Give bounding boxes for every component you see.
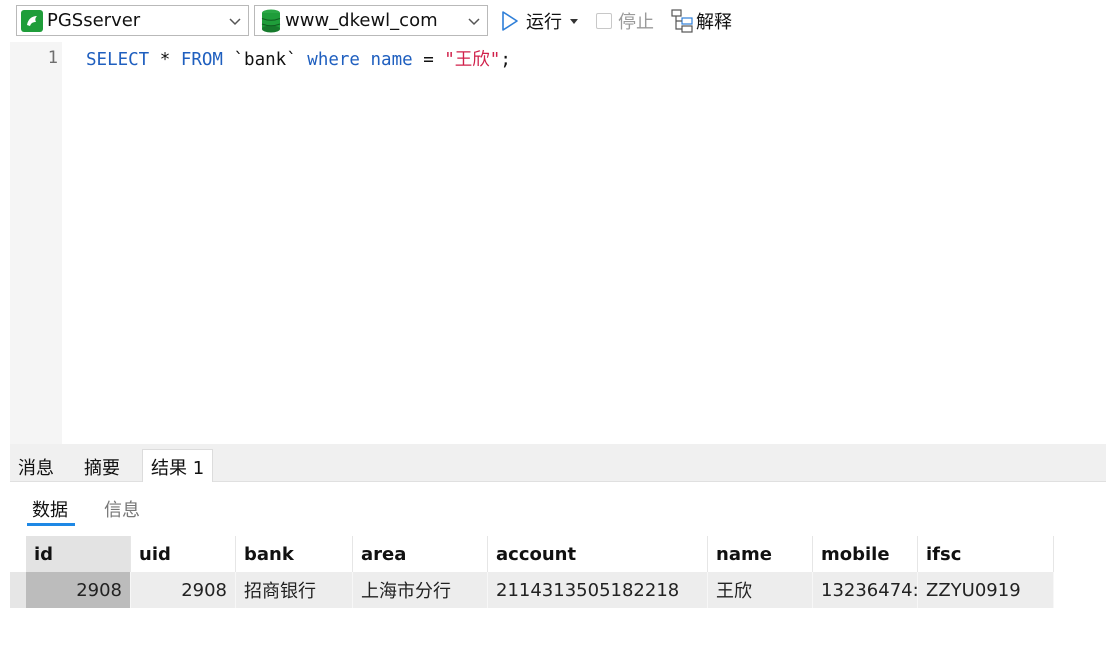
- tab-messages[interactable]: 消息: [10, 452, 62, 482]
- connection-select-value: PGSserver: [47, 10, 141, 31]
- server-dolphin-icon: [21, 9, 43, 32]
- keyword-where: where: [307, 50, 360, 70]
- column-header-mobile[interactable]: mobile: [813, 536, 918, 572]
- code-column-name: name: [359, 50, 413, 70]
- tab-result-1[interactable]: 结果 1: [142, 449, 214, 482]
- table-cell-ifsc[interactable]: ZZYU0919: [918, 572, 1054, 608]
- run-button[interactable]: 运行: [500, 6, 578, 36]
- result-tabs: 消息 摘要 结果 1: [10, 444, 1106, 482]
- connection-select[interactable]: PGSserver: [16, 5, 249, 36]
- keyword-select: SELECT: [86, 50, 150, 70]
- column-header-bank[interactable]: bank: [236, 536, 353, 572]
- database-cylinder-icon: [261, 9, 281, 32]
- column-header-ifsc[interactable]: ifsc: [918, 536, 1054, 572]
- column-header-area[interactable]: area: [353, 536, 488, 572]
- code-star: *: [149, 50, 181, 70]
- column-header-uid[interactable]: uid: [131, 536, 236, 572]
- keyword-from: FROM: [180, 50, 223, 70]
- result-grid[interactable]: id uid bank area account name mobile ifs…: [10, 534, 1106, 645]
- explain-button[interactable]: 解释: [670, 6, 732, 36]
- tab-summary[interactable]: 摘要: [76, 452, 128, 482]
- active-tab-underline: [27, 523, 75, 526]
- chevron-down-icon: [229, 18, 241, 26]
- table-cell-area[interactable]: 上海市分行: [353, 572, 488, 608]
- play-outline-icon: [502, 11, 518, 31]
- database-select-value: www_dkewl_com: [285, 10, 438, 31]
- stop-button-label: 停止: [618, 12, 654, 33]
- chevron-down-icon: [468, 18, 480, 26]
- column-header-id[interactable]: id: [26, 536, 131, 572]
- table-cell-name[interactable]: 王欣: [708, 572, 813, 608]
- stop-button[interactable]: 停止: [596, 6, 654, 36]
- line-number: 1: [47, 48, 58, 68]
- run-button-label: 运行: [526, 12, 562, 33]
- sql-code-line[interactable]: SELECT * FROM `bank` where name = "王欣";: [86, 46, 511, 71]
- sql-editor[interactable]: 1 SELECT * FROM `bank` where name = "王欣"…: [10, 42, 1106, 444]
- code-string-value: "王欣": [444, 50, 501, 70]
- column-header-account[interactable]: account: [488, 536, 708, 572]
- column-header-name[interactable]: name: [708, 536, 813, 572]
- explain-tree-icon: [671, 9, 693, 33]
- table-cell-id[interactable]: 2908: [26, 572, 131, 608]
- tab-info[interactable]: 信息: [104, 496, 140, 522]
- result-sub-tabs: 数据 信息: [10, 482, 1106, 534]
- line-number-gutter: 1: [10, 42, 62, 444]
- table-cell-bank[interactable]: 招商银行: [236, 572, 353, 608]
- code-table-name: `bank`: [222, 50, 308, 70]
- explain-button-label: 解释: [696, 12, 732, 33]
- toolbar: PGSserver www_dkewl_com 运行 停止 解释: [0, 0, 1106, 42]
- tab-data[interactable]: 数据: [32, 496, 68, 522]
- row-selector[interactable]: [10, 572, 26, 608]
- table-cell-mobile[interactable]: 13236474:: [813, 572, 918, 608]
- stop-square-icon: [596, 13, 612, 29]
- code-semicolon: ;: [500, 50, 511, 70]
- code-equals: =: [412, 50, 445, 70]
- table-cell-account[interactable]: 2114313505182218: [488, 572, 708, 608]
- table-cell-uid[interactable]: 2908: [131, 572, 236, 608]
- run-dropdown-caret-icon[interactable]: [570, 18, 578, 24]
- database-select[interactable]: www_dkewl_com: [254, 5, 488, 36]
